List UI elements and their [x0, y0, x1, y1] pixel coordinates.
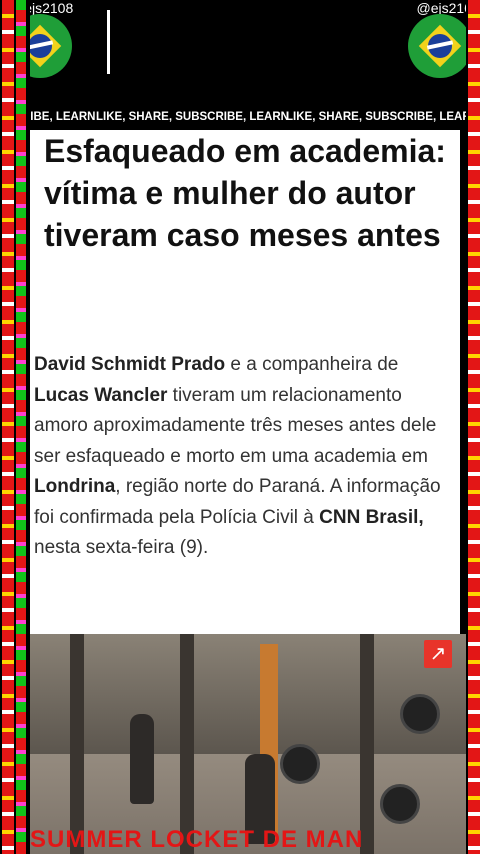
expand-arrow-icon[interactable]: ↗: [424, 640, 452, 668]
bottom-decorative-text: SUMMER LOCKET DE MAN: [30, 826, 364, 853]
city-londrina: Londrina: [34, 476, 116, 497]
article-headline: Esfaqueado em academia: vítima e mulher …: [44, 133, 446, 253]
headline-box: Esfaqueado em academia: vítima e mulher …: [30, 130, 460, 342]
article-paragraph: David Schmidt Prado e a companheira de L…: [34, 350, 454, 564]
brazil-flag-icon: [408, 14, 472, 78]
name-lucas: Lucas Wancler: [34, 384, 168, 406]
top-bar: @ejs2108 @ejs210: [0, 0, 480, 108]
left-decorative-strip: [0, 0, 30, 854]
text-cursor: [107, 10, 110, 74]
text-span: e a companheira de: [225, 354, 399, 375]
text-span: nesta sexta-feira (9).: [34, 537, 209, 558]
article-body: David Schmidt Prado e a companheira de L…: [30, 342, 460, 634]
ticker-segment: LIKE, SHARE, SUBSCRIBE, LEARN: [286, 111, 479, 123]
source-cnn: CNN Brasil,: [319, 506, 424, 528]
name-david: David Schmidt Prado: [34, 354, 226, 375]
right-decorative-strip: [466, 0, 480, 854]
ticker-segment: LIKE, SHARE, SUBSCRIBE, LEARN: [96, 111, 289, 123]
gym-photo[interactable]: ↗: [30, 634, 466, 854]
ticker-bar: SCRIBE, LEARN LIKE, SHARE, SUBSCRIBE, LE…: [0, 109, 480, 127]
